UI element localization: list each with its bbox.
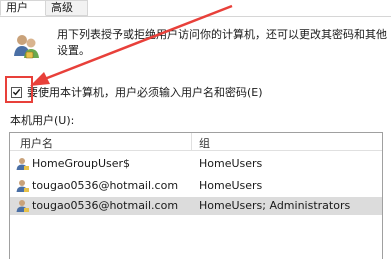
- user-icon: [16, 158, 29, 170]
- require-password-label: 要使用本计算机，用户必须输入用户名和密码(E): [27, 86, 263, 99]
- cell-username: tougao0536@hotmail.com: [32, 179, 179, 192]
- column-header-group[interactable]: 组: [199, 135, 210, 151]
- column-header-username[interactable]: 用户名: [20, 135, 53, 151]
- column-divider[interactable]: [191, 133, 192, 150]
- tab-advanced[interactable]: 高级: [46, 0, 88, 16]
- cell-group: HomeUsers: [199, 157, 263, 170]
- user-icon: [16, 180, 29, 192]
- user-icon: [16, 200, 29, 212]
- cell-group: HomeUsers; Administrators: [199, 199, 351, 212]
- local-users-label: 本机用户(U):: [10, 114, 75, 127]
- cell-username: HomeGroupUser$: [32, 157, 131, 170]
- description-text: 用下列表授予或拒绝用户访问你的计算机，还可以更改其密码和其他设置。: [57, 28, 387, 57]
- table-row[interactable]: tougao0536@hotmail.com HomeUsers: [10, 177, 382, 195]
- require-password-row[interactable]: 要使用本计算机，用户必须输入用户名和密码(E): [11, 84, 263, 100]
- tab-users[interactable]: 用户: [0, 0, 46, 16]
- list-header: 用户名 组: [10, 133, 382, 151]
- table-row[interactable]: HomeGroupUser$ HomeUsers: [10, 155, 382, 173]
- annotation-highlight-box: [5, 76, 33, 103]
- users-group-icon: [14, 35, 39, 59]
- tab-bar: 用户 高级: [0, 0, 391, 17]
- cell-username: tougao0536@hotmail.com: [32, 199, 179, 212]
- table-row-selected[interactable]: tougao0536@hotmail.com HomeUsers; Admini…: [10, 197, 382, 215]
- cell-group: HomeUsers: [199, 179, 263, 192]
- users-list[interactable]: 用户名 组 HomeGroupUser$ HomeUsers tougao053…: [9, 132, 383, 259]
